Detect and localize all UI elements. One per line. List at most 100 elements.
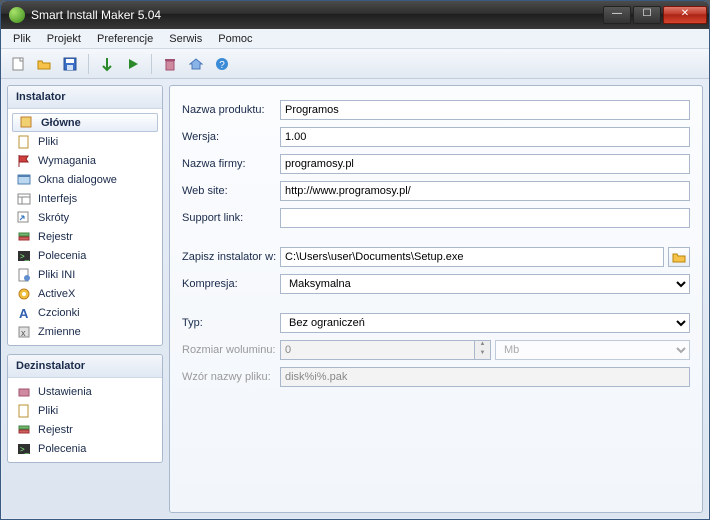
product-label: Nazwa produktu: — [182, 104, 280, 116]
menu-plik[interactable]: Plik — [5, 31, 39, 47]
support-input[interactable] — [280, 208, 690, 228]
sidebar-item-wymagania[interactable]: Wymagania — [10, 151, 160, 170]
command-icon: >_ — [16, 441, 32, 457]
sidebar-item-pliki[interactable]: Pliki — [10, 132, 160, 151]
panel-uninstaller-title: Dezinstalator — [8, 355, 162, 378]
toolbar-separator — [88, 54, 89, 74]
minimize-button[interactable]: — — [603, 6, 631, 24]
website-label: Web site: — [182, 185, 280, 197]
website-input[interactable] — [280, 181, 690, 201]
sidebar-item-polecenia[interactable]: >_ Polecenia — [10, 246, 160, 265]
window-title: Smart Install Maker 5.04 — [31, 8, 603, 22]
filenamepat-label: Wzór nazwy pliku: — [182, 371, 280, 383]
command-icon: >_ — [16, 248, 32, 264]
titlebar: Smart Install Maker 5.04 — ☐ ✕ — [1, 1, 709, 29]
sidebar-item-label: ActiveX — [38, 288, 75, 300]
sidebar-item-label: Czcionki — [38, 307, 80, 319]
sidebar-item-label: Wymagania — [38, 155, 96, 167]
delete-icon[interactable] — [159, 53, 181, 75]
menu-projekt[interactable]: Projekt — [39, 31, 89, 47]
compression-label: Kompresja: — [182, 278, 280, 290]
sidebar: Instalator Główne Pliki Wymagania Okna d… — [7, 85, 163, 513]
font-icon: A — [16, 305, 32, 321]
volsize-input — [280, 340, 475, 360]
sidebar-item-interfejs[interactable]: Interfejs — [10, 189, 160, 208]
support-label: Support link: — [182, 212, 280, 224]
ini-icon — [16, 267, 32, 283]
savepath-label: Zapisz instalator w: — [182, 251, 280, 263]
sidebar-item-ini[interactable]: Pliki INI — [10, 265, 160, 284]
savepath-input[interactable] — [280, 247, 664, 267]
activex-icon — [16, 286, 32, 302]
open-folder-icon[interactable] — [33, 53, 55, 75]
menu-pomoc[interactable]: Pomoc — [210, 31, 260, 47]
sidebar-item-activex[interactable]: ActiveX — [10, 284, 160, 303]
sidebar-item-skroty[interactable]: Skróty — [10, 208, 160, 227]
app-window: Smart Install Maker 5.04 — ☐ ✕ Plik Proj… — [0, 0, 710, 520]
panel-uninstaller: Dezinstalator Ustawienia Pliki Rejestr >… — [7, 354, 163, 463]
new-file-icon[interactable] — [7, 53, 29, 75]
compression-select[interactable]: Maksymalna — [280, 274, 690, 294]
sidebar-item-label: Pliki — [38, 136, 58, 148]
version-input[interactable] — [280, 127, 690, 147]
company-label: Nazwa firmy: — [182, 158, 280, 170]
home-icon[interactable] — [185, 53, 207, 75]
menu-preferencje[interactable]: Preferencje — [89, 31, 161, 47]
sidebar-item-label: Pliki INI — [38, 269, 75, 281]
maximize-button[interactable]: ☐ — [633, 6, 661, 24]
svg-text:?: ? — [219, 60, 225, 71]
panel-installer: Instalator Główne Pliki Wymagania Okna d… — [7, 85, 163, 346]
sidebar-item-label: Główne — [41, 117, 81, 129]
sidebar-item-glowne[interactable]: Główne — [12, 113, 158, 132]
body: Instalator Główne Pliki Wymagania Okna d… — [1, 79, 709, 519]
type-select[interactable]: Bez ograniczeń — [280, 313, 690, 333]
save-icon[interactable] — [59, 53, 81, 75]
product-input[interactable] — [280, 100, 690, 120]
interface-icon — [16, 191, 32, 207]
sidebar-item-label: Interfejs — [38, 193, 77, 205]
flag-icon — [16, 153, 32, 169]
shortcut-icon — [16, 210, 32, 226]
sidebar-item-rejestr[interactable]: Rejestr — [10, 227, 160, 246]
sidebar-item-polecenia-2[interactable]: >_ Polecenia — [10, 439, 160, 458]
svg-text:A: A — [19, 306, 29, 321]
build-icon[interactable] — [96, 53, 118, 75]
vars-icon: x — [16, 324, 32, 340]
settings-icon — [16, 384, 32, 400]
menubar: Plik Projekt Preferencje Serwis Pomoc — [1, 29, 709, 49]
sidebar-item-label: Okna dialogowe — [38, 174, 117, 186]
type-label: Typ: — [182, 317, 280, 329]
svg-text:x: x — [21, 328, 26, 338]
sidebar-item-label: Polecenia — [38, 443, 86, 455]
folder-open-icon — [672, 250, 686, 264]
sidebar-item-label: Polecenia — [38, 250, 86, 262]
toolbar: ? — [1, 49, 709, 79]
help-icon[interactable]: ? — [211, 53, 233, 75]
menu-serwis[interactable]: Serwis — [161, 31, 210, 47]
sidebar-item-label: Pliki — [38, 405, 58, 417]
sidebar-item-label: Zmienne — [38, 326, 81, 338]
sidebar-item-rejestr-2[interactable]: Rejestr — [10, 420, 160, 439]
svg-text:>_: >_ — [20, 445, 30, 454]
close-button[interactable]: ✕ — [663, 6, 707, 24]
panel-installer-title: Instalator — [8, 86, 162, 109]
run-icon[interactable] — [122, 53, 144, 75]
toolbar-separator — [151, 54, 152, 74]
registry-icon — [16, 422, 32, 438]
sidebar-item-zmienne[interactable]: x Zmienne — [10, 322, 160, 341]
svg-text:>_: >_ — [20, 252, 30, 261]
sidebar-item-label: Rejestr — [38, 424, 73, 436]
sidebar-item-label: Ustawienia — [38, 386, 92, 398]
sidebar-item-ustawienia[interactable]: Ustawienia — [10, 382, 160, 401]
sidebar-item-label: Skróty — [38, 212, 69, 224]
sidebar-item-czcionki[interactable]: A Czcionki — [10, 303, 160, 322]
content-pane: Nazwa produktu: Wersja: Nazwa firmy: Web… — [169, 85, 703, 513]
file-icon — [16, 403, 32, 419]
company-input[interactable] — [280, 154, 690, 174]
browse-button[interactable] — [668, 247, 690, 267]
filenamepat-input — [280, 367, 690, 387]
sidebar-item-okna[interactable]: Okna dialogowe — [10, 170, 160, 189]
home-icon — [19, 115, 35, 131]
registry-icon — [16, 229, 32, 245]
sidebar-item-pliki-2[interactable]: Pliki — [10, 401, 160, 420]
